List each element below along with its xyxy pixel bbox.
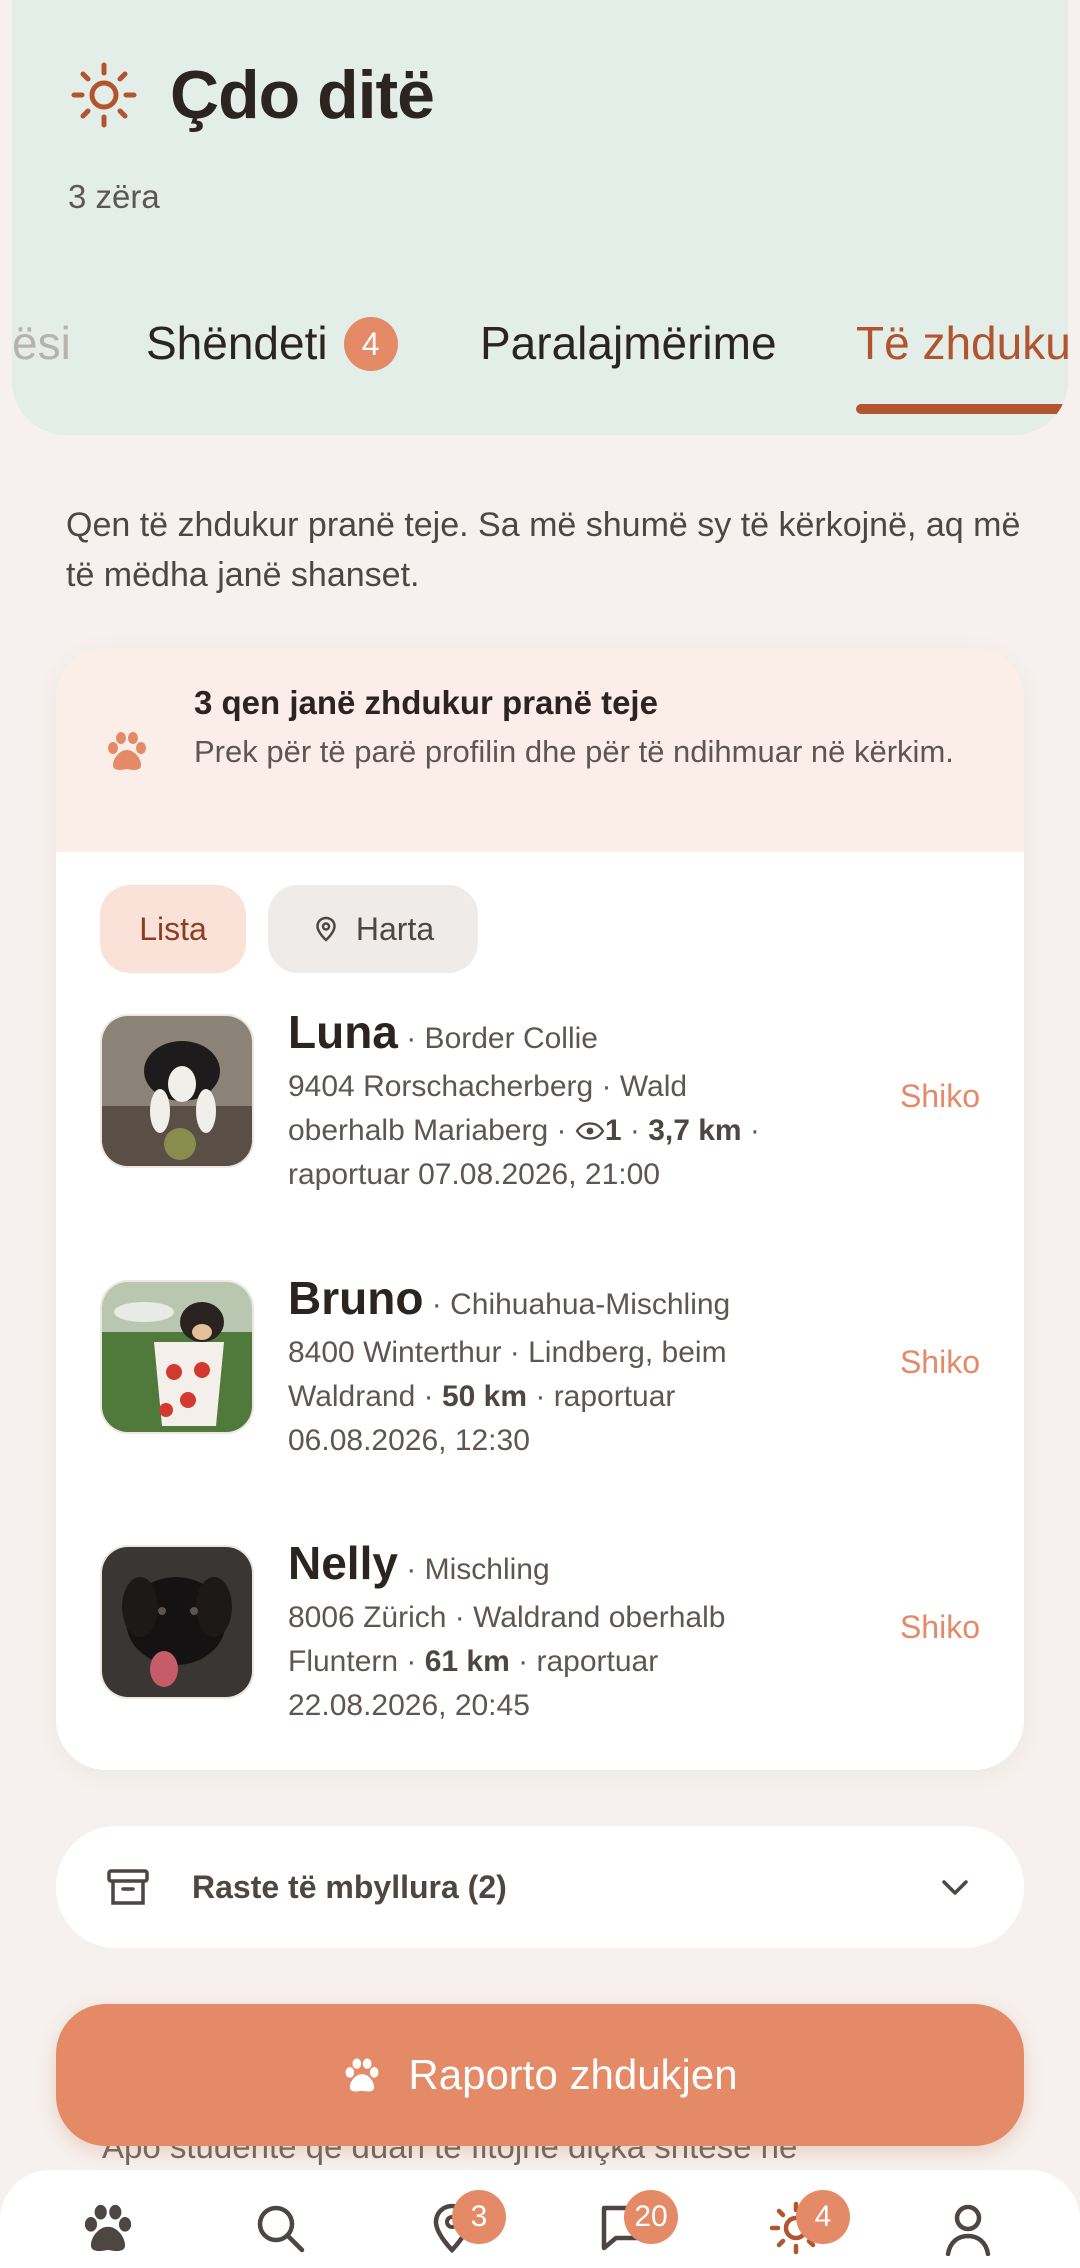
nav-badge: 4 (796, 2190, 850, 2244)
dog-breed: · Border Collie (406, 1022, 598, 1055)
dog-photo (100, 1545, 254, 1699)
missing-alert[interactable]: 3 qen janë zhdukur pranë teje Prek për t… (56, 648, 1024, 852)
category-tabs: ësi Shëndeti 4 Paralajmërime Të zhduku (12, 300, 1068, 420)
dog-reported: 22.08.2026, 20:45 (288, 1689, 530, 1722)
dog-breed: · Chihuahua-Mischling (431, 1288, 731, 1321)
nav-home[interactable] (80, 2200, 140, 2260)
chevron-down-icon (942, 1880, 968, 1895)
alert-text: Prek për të parë profilin dhe për të ndi… (194, 734, 954, 769)
nav-messages[interactable]: 20 (596, 2190, 678, 2260)
dog-info: Bruno · Chihuahua-Mischling 8400 Wintert… (288, 1272, 848, 1463)
title-row: Çdo ditë (68, 56, 435, 134)
dog-reported: 06.08.2026, 12:30 (288, 1424, 530, 1457)
nav-places[interactable]: 3 (424, 2190, 506, 2260)
archive-icon (107, 1869, 149, 1905)
dog-distance: 61 km (424, 1645, 510, 1678)
profile-icon (945, 2204, 991, 2257)
intro-text: Qen të zhdukur pranë teje. Sa më shumë s… (66, 506, 1021, 594)
dog-photo (100, 1280, 254, 1434)
paw-icon (84, 2204, 132, 2252)
page-header: Çdo ditë 3 zëra ësi Shëndeti 4 Paralajmër… (12, 0, 1068, 435)
paw-icon (345, 2058, 379, 2092)
list-view-toggle[interactable]: Lista (100, 885, 246, 973)
dog-reported: raportuar 07.08.2026, 21:00 (288, 1158, 660, 1191)
tab-badge: 4 (343, 317, 398, 371)
closed-cases-accordion[interactable]: Raste të mbyllura (2) (56, 1826, 1024, 1948)
sun-icon (71, 62, 137, 128)
page-subtitle: 3 zëra (68, 178, 160, 215)
active-tab-indicator (856, 404, 1068, 414)
page-title: Çdo ditë (170, 57, 435, 133)
dog-name: Luna (288, 1006, 398, 1058)
search-icon (257, 2205, 305, 2253)
dog-name: Bruno (288, 1272, 424, 1324)
dog-info: Luna · Border Collie 9404 Rorschacherber… (288, 1006, 848, 1197)
dog-info: Nelly · Mischling 8006 Zürich · Waldrand… (288, 1537, 848, 1728)
bottom-navigation: 3 20 4 (0, 2170, 1080, 2268)
alert-title: 3 qen janë zhdukur pranë teje (194, 684, 658, 721)
nav-daily[interactable]: 4 (768, 2190, 850, 2260)
eye-icon (575, 1122, 605, 1140)
dog-name: Nelly (288, 1537, 398, 1589)
dog-location: 8006 Zürich · Waldrand oberhalb (288, 1601, 726, 1634)
dog-distance: 50 km (441, 1380, 528, 1413)
list-item-dog[interactable]: Luna · Border Collie 9404 Rorschacherber… (100, 1006, 980, 1206)
view-button[interactable]: Shiko (900, 1344, 980, 1381)
dog-photo (100, 1014, 254, 1168)
list-item-dog[interactable]: Nelly · Mischling 8006 Zürich · Waldrand… (100, 1537, 980, 1737)
view-button[interactable]: Shiko (900, 1078, 980, 1115)
nav-search[interactable] (252, 2200, 312, 2260)
map-pin-icon (316, 916, 336, 942)
dog-details: Fluntern · 61 km · raportuar (288, 1645, 659, 1678)
tab-missing[interactable]: Të zhduku (856, 316, 1068, 370)
tab-health[interactable]: Shëndeti 4 (146, 316, 398, 371)
map-view-toggle[interactable]: Harta (268, 885, 478, 973)
dog-distance: 3,7 km (648, 1114, 742, 1147)
dog-details: Waldrand · 50 km · raportuar (288, 1380, 676, 1413)
views-count: 1 (604, 1114, 622, 1147)
dog-location: 8400 Winterthur · Lindberg, beim (288, 1336, 727, 1369)
nav-badge: 3 (452, 2190, 506, 2244)
dog-location: 9404 Rorschacherberg · Wald (288, 1070, 688, 1103)
paw-icon (108, 732, 146, 770)
nav-profile[interactable] (940, 2200, 1000, 2260)
view-button[interactable]: Shiko (900, 1609, 980, 1646)
report-missing-button[interactable]: Raporto zhdukjen (56, 2004, 1024, 2146)
closed-cases-label: Raste të mbyllura (2) (192, 1868, 507, 1905)
nav-badge: 20 (624, 2190, 678, 2244)
dog-details: oberhalb Mariaberg · 1 · 3,7 km · (288, 1114, 760, 1147)
tab-warnings[interactable]: Paralajmërime (480, 316, 777, 370)
dog-breed: · Mischling (406, 1553, 550, 1586)
tab-previous[interactable]: ësi (12, 316, 71, 370)
list-item-dog[interactable]: Bruno · Chihuahua-Mischling 8400 Wintert… (100, 1272, 980, 1472)
missing-dogs-card: 3 qen janë zhdukur pranë teje Prek për t… (56, 648, 1024, 1770)
